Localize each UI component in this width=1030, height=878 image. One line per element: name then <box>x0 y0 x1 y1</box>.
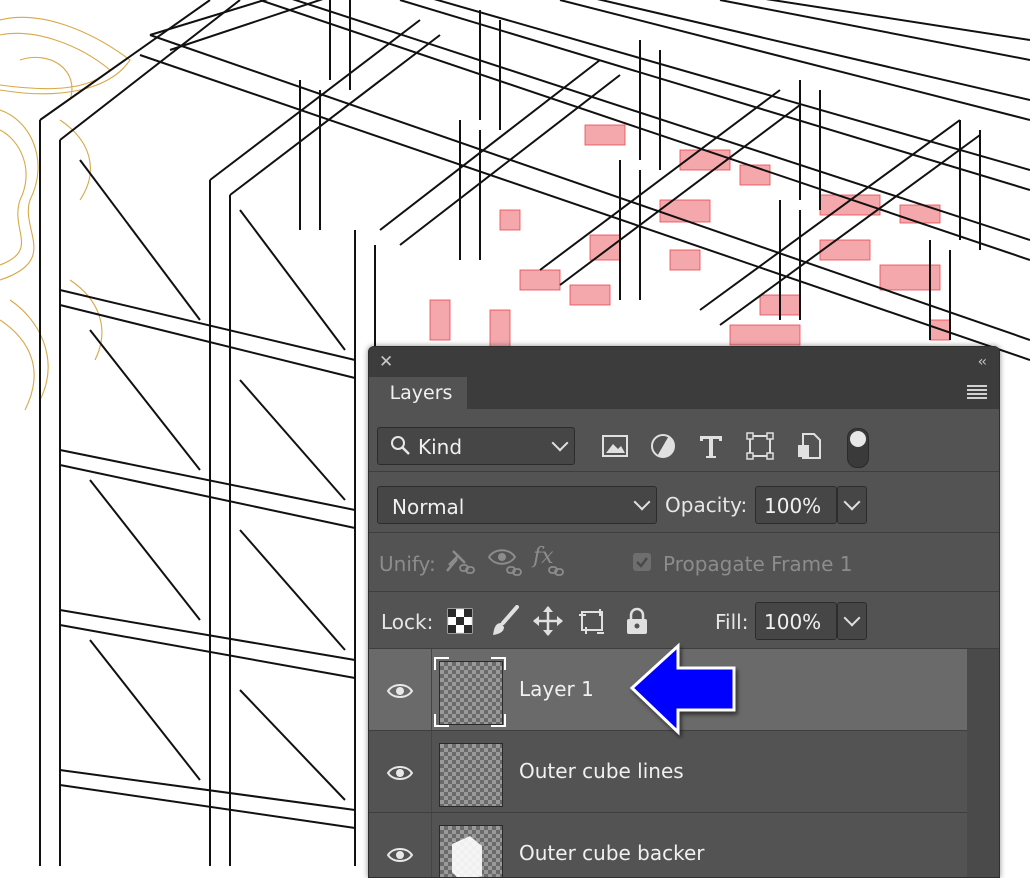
layers-panel: ✕ ‹‹ Layers Kind Normal Opacity: 100% Un… <box>368 346 1000 878</box>
opacity-value: 100% <box>764 494 822 518</box>
chevron-down-icon <box>633 493 651 511</box>
collapse-panel-icon[interactable]: ‹‹ <box>978 352 987 372</box>
annotation-arrow <box>629 642 736 736</box>
filter-kind-label: Kind <box>418 435 463 459</box>
layer-name[interactable]: Layer 1 <box>519 677 594 701</box>
topographic-pattern <box>0 16 131 411</box>
arrow-left-icon <box>629 642 736 736</box>
unify-style-icon[interactable]: fx <box>531 545 571 579</box>
type-filter-icon[interactable] <box>697 432 725 460</box>
toggle-knob <box>850 431 866 447</box>
propagate-frame-checkbox[interactable] <box>633 553 651 571</box>
smart-object-filter-icon[interactable] <box>795 431 823 461</box>
svg-text:fx: fx <box>531 545 554 569</box>
panel-titlebar[interactable]: ✕ ‹‹ <box>369 347 999 377</box>
search-icon <box>391 436 410 455</box>
layer-divider <box>431 813 432 877</box>
propagate-frame-label: Propagate Frame 1 <box>663 552 853 576</box>
close-panel-icon[interactable]: ✕ <box>379 352 393 372</box>
visibility-eye-icon[interactable] <box>387 765 413 781</box>
filter-row: Kind <box>369 409 999 472</box>
filter-kind-dropdown[interactable]: Kind <box>377 427 575 465</box>
unify-label: Unify: <box>379 552 436 576</box>
fill-input[interactable]: 100% <box>755 602 837 640</box>
layer-row-outer-cube-backer[interactable]: Outer cube backer <box>369 813 967 877</box>
adjustment-filter-icon[interactable] <box>649 432 677 460</box>
layer-divider <box>431 731 432 812</box>
blend-mode-value: Normal <box>392 495 465 519</box>
blend-mode-row: Normal Opacity: 100% <box>369 472 999 533</box>
chevron-down-icon <box>843 609 861 627</box>
layer-name[interactable]: Outer cube backer <box>519 841 705 865</box>
layer-thumbnail[interactable] <box>439 825 503 877</box>
unify-row: Unify: fx Propagate Frame 1 <box>369 533 999 592</box>
unify-visibility-icon[interactable] <box>487 545 527 579</box>
chevron-down-icon <box>551 434 569 452</box>
chevron-down-icon <box>843 493 861 511</box>
lock-all-icon[interactable] <box>624 606 650 636</box>
lock-artboard-icon[interactable] <box>577 605 609 637</box>
tab-layers[interactable]: Layers <box>375 377 467 409</box>
panel-menu-icon[interactable] <box>967 385 987 399</box>
visibility-eye-icon[interactable] <box>387 847 413 863</box>
layer-row-outer-cube-lines[interactable]: Outer cube lines <box>369 731 967 813</box>
shape-filter-icon[interactable] <box>745 431 775 461</box>
fill-dropdown-button[interactable] <box>837 602 867 640</box>
image-filter-icon[interactable] <box>601 433 629 459</box>
opacity-input[interactable]: 100% <box>755 486 837 524</box>
lock-position-icon[interactable] <box>532 605 564 637</box>
fill-label: Fill: <box>715 610 749 634</box>
lock-image-pixels-icon[interactable] <box>491 605 521 637</box>
opacity-dropdown-button[interactable] <box>837 486 867 524</box>
lock-transparent-pixels-icon[interactable] <box>447 608 473 634</box>
layer-name[interactable]: Outer cube lines <box>519 759 684 783</box>
blend-mode-dropdown[interactable]: Normal <box>377 486 657 524</box>
layers-scrollbar[interactable] <box>967 649 999 877</box>
checkmark-icon <box>636 557 648 568</box>
lock-label: Lock: <box>381 610 434 634</box>
visibility-eye-icon[interactable] <box>387 683 413 699</box>
selection-corners <box>434 657 506 727</box>
layer-thumbnail[interactable] <box>439 743 503 807</box>
opacity-label: Opacity: <box>665 493 748 517</box>
tab-strip <box>467 377 999 409</box>
cube-thumbnail-icon <box>452 836 482 877</box>
fill-value: 100% <box>764 610 822 634</box>
unify-position-icon[interactable] <box>443 545 479 579</box>
layer-divider <box>431 649 432 730</box>
filter-toggle-switch[interactable] <box>847 428 869 468</box>
